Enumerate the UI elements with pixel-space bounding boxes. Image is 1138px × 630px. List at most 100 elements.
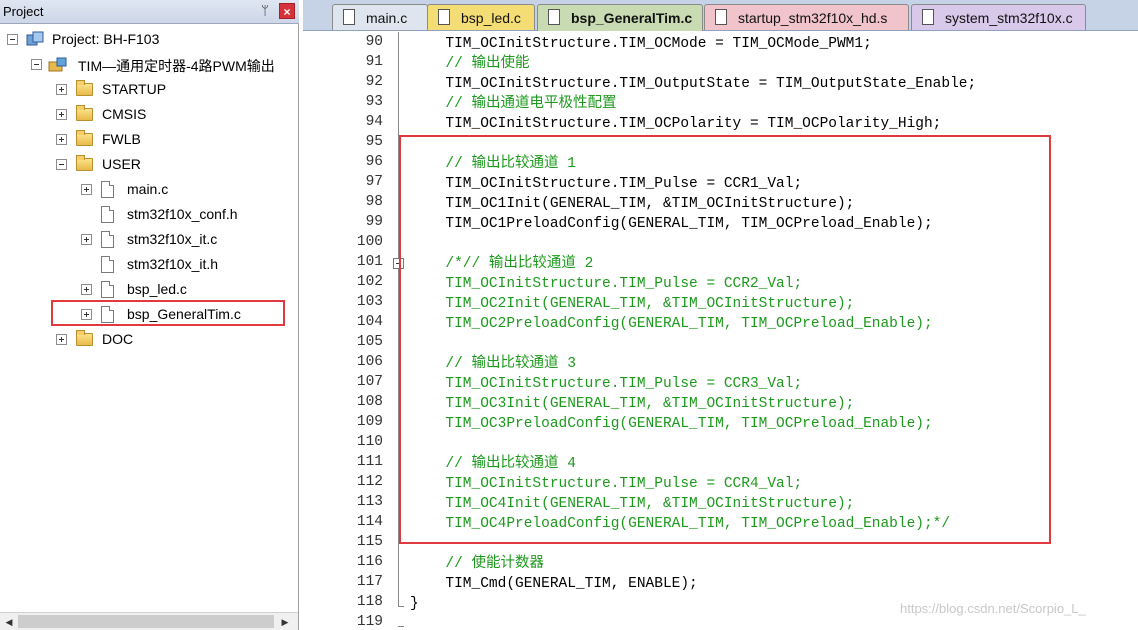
line-number: 115 [356,534,383,550]
document-icon [438,9,450,25]
line-number: 114 [356,514,383,530]
tree-item-label: stm32f10x_it.c [127,231,218,247]
tree-item-label: stm32f10x_it.h [127,256,219,272]
tree-item-label: USER [102,156,141,172]
file-icon [101,231,114,248]
line-number: 111 [356,454,383,470]
collapse-icon[interactable] [31,59,42,70]
target-icon [48,57,67,72]
line-number: 92 [365,74,383,90]
file-icon [101,181,114,198]
tab-label: main.c [366,10,408,26]
expand-icon[interactable] [56,84,67,95]
line-number: 90 [365,34,383,50]
file-icon [101,206,114,223]
tree-item-label: FWLB [102,131,141,147]
line-number: 106 [356,354,383,370]
tab-system-c[interactable]: system_stm32f10x.c [911,4,1086,30]
line-number: 110 [356,434,383,450]
tab-bsp-generaltim-c[interactable]: bsp_GeneralTim.c [537,4,703,31]
pin-icon[interactable]: ᛘ [258,3,272,19]
collapse-icon[interactable] [7,34,18,45]
expand-icon[interactable] [81,184,92,195]
horizontal-scrollbar[interactable]: ◀ ▶ [0,612,298,630]
line-number: 103 [356,294,383,310]
tree-item-target[interactable]: TIM—通用定时器-4路PWM输出 [0,52,298,77]
line-number: 91 [365,54,383,70]
tab-label: system_stm32f10x.c [945,10,1073,26]
line-number: 108 [356,394,383,410]
document-icon [548,9,560,25]
code-line: TIM_OCInitStructure.TIM_OCMode = TIM_OCM… [428,36,872,52]
line-number: 97 [365,174,383,190]
tree-file-bsp-led-c[interactable]: bsp_led.c [0,277,298,302]
line-number: 118 [356,594,383,610]
project-panel-title: Project [3,4,44,19]
expand-icon[interactable] [81,284,92,295]
tree-file-it-h[interactable]: stm32f10x_it.h [0,252,298,277]
scroll-left-icon[interactable]: ◀ [1,614,17,630]
tree-file-main-c[interactable]: main.c [0,177,298,202]
line-number: 113 [356,494,383,510]
line-number: 117 [356,574,383,590]
line-number: 105 [356,334,383,350]
expand-icon[interactable] [56,334,67,345]
tab-main-c[interactable]: main.c [332,4,428,30]
watermark: https://blog.csdn.net/Scorpio_L_ [900,601,1086,616]
file-icon [101,256,114,273]
scroll-right-icon[interactable]: ▶ [277,614,293,630]
tab-label: bsp_led.c [461,10,521,26]
tree-folder-doc[interactable]: DOC [0,327,298,352]
tree-item-project[interactable]: Project: BH-F103 [0,27,298,52]
document-icon [715,9,727,25]
close-panel-button[interactable]: × [279,3,295,19]
line-number: 109 [356,414,383,430]
line-number: 94 [365,114,383,130]
fold-end-marker [398,626,404,627]
file-icon [101,281,114,298]
line-number: 102 [356,274,383,290]
tree-folder-fwlb[interactable]: FWLB [0,127,298,152]
project-icon [26,31,44,46]
line-number: 107 [356,374,383,390]
code-line: TIM_OCInitStructure.TIM_OutputState = TI… [428,76,977,92]
scrollbar-thumb[interactable] [18,615,274,628]
folder-icon [76,80,93,96]
tree-item-label: stm32f10x_conf.h [127,206,238,222]
tab-bsp-led-c[interactable]: bsp_led.c [427,4,535,30]
expand-icon[interactable] [56,109,67,120]
collapse-icon[interactable] [56,159,67,170]
line-number: 96 [365,154,383,170]
document-icon [922,9,934,25]
tree-item-label: STARTUP [102,81,167,97]
tree-file-it-c[interactable]: stm32f10x_it.c [0,227,298,252]
code-line: TIM_OCInitStructure.TIM_OCPolarity = TIM… [428,116,942,132]
tree-folder-startup[interactable]: STARTUP [0,77,298,102]
line-number: 95 [365,134,383,150]
line-number: 101 [356,254,383,270]
tab-bar: main.c bsp_led.c bsp_GeneralTim.c startu… [303,0,1138,31]
line-number: 99 [365,214,383,230]
code-line: TIM_Cmd(GENERAL_TIM, ENABLE); [428,576,698,592]
tree-item-label: DOC [102,331,134,347]
project-panel: Project ᛘ × Project: BH-F103 TIM—通用定时器-4… [0,0,299,630]
tree-folder-user[interactable]: USER [0,152,298,177]
line-number: 93 [365,94,383,110]
code-line: // 输出通道电平极性配置 [428,96,617,112]
fold-end-marker [398,606,404,607]
tree-folder-cmsis[interactable]: CMSIS [0,102,298,127]
tree-file-conf-h[interactable]: stm32f10x_conf.h [0,202,298,227]
highlight-box-file [51,300,285,326]
code-line: // 使能计数器 [428,556,545,572]
tree-item-label: CMSIS [102,106,147,122]
editor-area: main.c bsp_led.c bsp_GeneralTim.c startu… [303,0,1138,630]
folder-open-icon [76,155,93,171]
expand-icon[interactable] [56,134,67,145]
tree-item-label: Project: BH-F103 [52,31,160,47]
code-line: // 输出使能 [428,56,530,72]
tree-item-label: main.c [127,181,169,197]
line-number: 100 [356,234,383,250]
expand-icon[interactable] [81,234,92,245]
document-icon [343,9,355,25]
tab-startup-s[interactable]: startup_stm32f10x_hd.s [704,4,909,30]
